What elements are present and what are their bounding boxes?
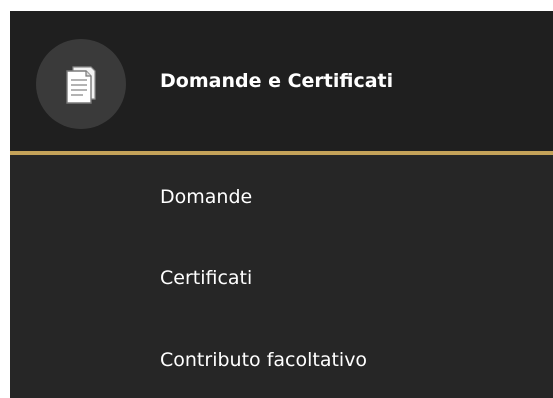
menu-item-domande[interactable]: Domande <box>160 186 252 208</box>
menu-item-contributo-facoltativo[interactable]: Contributo facoltativo <box>160 349 367 371</box>
document-icon <box>66 66 96 104</box>
section-icon-badge <box>36 39 126 129</box>
section-header[interactable]: Domande e Certificati <box>10 11 553 151</box>
accent-divider <box>10 151 553 155</box>
navigation-panel: Domande e Certificati Domande Certificat… <box>10 11 553 398</box>
page: Domande e Certificati Domande Certificat… <box>0 0 553 398</box>
menu-item-certificati[interactable]: Certificati <box>160 267 252 289</box>
section-title: Domande e Certificati <box>160 70 394 92</box>
